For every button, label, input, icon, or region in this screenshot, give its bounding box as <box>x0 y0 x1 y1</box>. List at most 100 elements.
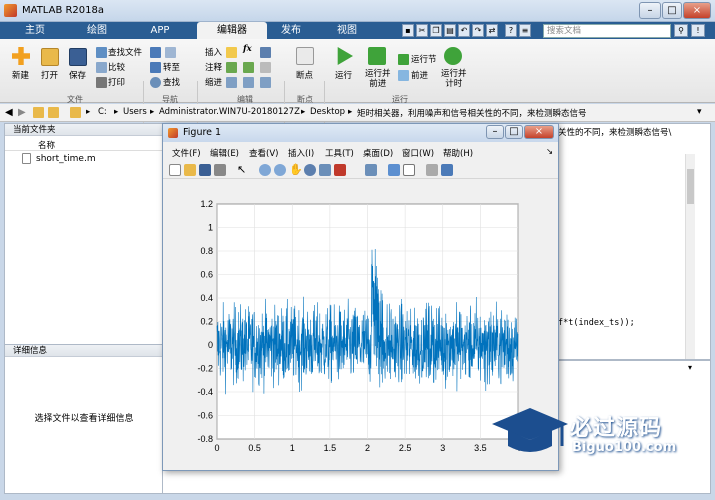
quick-help-icon[interactable]: ? <box>505 24 517 37</box>
zoom-out-icon[interactable] <box>274 164 286 176</box>
legend-icon[interactable] <box>403 164 415 176</box>
new-figure-icon[interactable] <box>169 164 181 176</box>
up-folder-icon[interactable] <box>33 107 44 118</box>
breakpoints-button[interactable]: 断点 <box>296 69 313 81</box>
forward-arrow-icon[interactable] <box>165 47 176 58</box>
print-button[interactable]: 打印 <box>108 76 125 88</box>
breadcrumb-users[interactable]: Users <box>123 107 147 117</box>
tab-editor[interactable]: 编辑器 <box>197 22 267 39</box>
menu-view[interactable]: 查看(V) <box>249 147 278 159</box>
close-button[interactable]: × <box>683 2 711 19</box>
save-button-label[interactable]: 保存 <box>69 69 86 81</box>
tab-publish[interactable]: 发布 <box>266 22 316 39</box>
run-section-button[interactable]: 运行节 <box>411 53 437 65</box>
smart-indent-icon[interactable] <box>226 77 237 88</box>
data-cursor-icon[interactable] <box>319 164 331 176</box>
pan-hand-icon[interactable]: ✋ <box>289 164 303 176</box>
comment-percent-icon[interactable] <box>226 62 237 73</box>
run-icon[interactable] <box>337 47 353 65</box>
menu-dock-icon[interactable]: ↘ <box>546 147 553 157</box>
back-icon[interactable]: ◀ <box>5 107 13 118</box>
figure-close-button[interactable]: × <box>524 125 554 139</box>
editor-scrollbar[interactable] <box>685 154 695 359</box>
show-plot-tools-icon[interactable] <box>441 164 453 176</box>
quick-redo-icon[interactable]: ↷ <box>472 24 484 37</box>
menu-insert[interactable]: 插入(I) <box>288 147 314 159</box>
goto-button[interactable]: 转至 <box>163 61 180 73</box>
breadcrumb-desktop[interactable]: Desktop <box>310 107 345 117</box>
run-button[interactable]: 运行 <box>335 69 352 81</box>
breadcrumb-folder[interactable]: 矩时相关器，利用噪声和信号相关性的不同，来检测瞬态信号 <box>357 107 587 119</box>
quick-copy-icon[interactable]: ❐ <box>430 24 442 37</box>
quick-menu-icon[interactable]: ≡ <box>519 24 531 37</box>
run-and-time-button[interactable]: 运行并 计时 <box>441 69 467 89</box>
menu-edit[interactable]: 编辑(E) <box>210 147 239 159</box>
insert-button[interactable]: 插入 <box>205 46 222 58</box>
indent-button[interactable]: 缩进 <box>205 76 222 88</box>
file-name[interactable]: short_time.m <box>36 154 96 164</box>
advance-button[interactable]: 前进 <box>411 69 428 81</box>
tab-view[interactable]: 视图 <box>322 22 372 39</box>
search-icon[interactable]: ⚲ <box>674 24 688 37</box>
quick-paste-icon[interactable]: ▤ <box>444 24 456 37</box>
open-file-icon[interactable] <box>184 164 196 176</box>
figure-maximize-button[interactable]: □ <box>505 125 523 139</box>
menu-desktop[interactable]: 桌面(D) <box>363 147 393 159</box>
quick-cut-icon[interactable]: ✂ <box>416 24 428 37</box>
new-icon[interactable] <box>12 47 30 65</box>
open-button-label[interactable]: 打开 <box>41 69 58 81</box>
comment-button[interactable]: 注释 <box>205 61 222 73</box>
link-plot-icon[interactable] <box>365 164 377 176</box>
tab-plots[interactable]: 绘图 <box>72 22 122 39</box>
run-and-advance-button[interactable]: 运行并 前进 <box>365 69 391 89</box>
scrollbar-thumb[interactable] <box>687 169 694 204</box>
quick-switch-icon[interactable]: ⇄ <box>486 24 498 37</box>
increase-indent-icon[interactable] <box>243 77 254 88</box>
open-folder-icon[interactable] <box>41 48 59 66</box>
fx-button[interactable]: fx <box>243 44 252 54</box>
decrease-indent-icon[interactable] <box>260 77 271 88</box>
edit-plot-arrow-icon[interactable]: ↖ <box>237 164 249 176</box>
list-item[interactable]: short_time.m <box>5 152 163 166</box>
quick-save-icon[interactable]: ▪ <box>402 24 414 37</box>
run-and-advance-icon[interactable] <box>368 47 386 65</box>
quick-undo-icon[interactable]: ↶ <box>458 24 470 37</box>
code-line[interactable]: f*t(index_ts)); <box>558 318 635 328</box>
run-and-time-icon[interactable] <box>444 47 462 65</box>
column-name[interactable]: 名称 <box>38 139 55 151</box>
save-figure-icon[interactable] <box>199 164 211 176</box>
column-header[interactable]: 名称 <box>5 137 163 151</box>
wrap-comments-icon[interactable] <box>260 62 271 73</box>
menu-window[interactable]: 窗口(W) <box>402 147 434 159</box>
menu-tools[interactable]: 工具(T) <box>325 147 354 159</box>
breakpoints-icon[interactable] <box>296 47 314 65</box>
panel-menu-icon[interactable]: ▾ <box>688 363 700 373</box>
print-figure-icon[interactable] <box>214 164 226 176</box>
insert-function-icon[interactable] <box>260 47 271 58</box>
back-arrow-icon[interactable] <box>150 47 161 58</box>
tab-apps[interactable]: APP <box>135 22 185 39</box>
new-button-label[interactable]: 新建 <box>12 69 29 81</box>
notification-icon[interactable]: ! <box>691 24 705 37</box>
breadcrumb-user[interactable]: Administrator.WIN7U-20180127Z <box>159 107 300 117</box>
browse-folder-icon[interactable] <box>48 107 59 118</box>
hide-plot-tools-icon[interactable] <box>426 164 438 176</box>
address-dropdown-icon[interactable]: ▾ <box>697 107 702 117</box>
menu-file[interactable]: 文件(F) <box>172 147 201 159</box>
colorbar-icon[interactable] <box>388 164 400 176</box>
save-icon[interactable] <box>69 48 87 66</box>
menu-help[interactable]: 帮助(H) <box>443 147 473 159</box>
breadcrumb-drive[interactable]: C: <box>98 107 107 117</box>
rotate-3d-icon[interactable] <box>304 164 316 176</box>
find-button[interactable]: 查找 <box>163 76 180 88</box>
insert-section-icon[interactable] <box>226 47 237 58</box>
editor-tab-text[interactable]: 关性的不同，来检测瞬态信号\ <box>558 126 671 138</box>
brush-icon[interactable] <box>334 164 346 176</box>
minimize-button[interactable]: – <box>639 2 661 19</box>
figure-minimize-button[interactable]: – <box>486 125 504 139</box>
zoom-in-icon[interactable] <box>259 164 271 176</box>
forward-icon[interactable]: ▶ <box>18 107 26 118</box>
tab-home[interactable]: 主页 <box>10 22 60 39</box>
uncomment-icon[interactable] <box>243 62 254 73</box>
compare-button[interactable]: 比较 <box>108 61 125 73</box>
